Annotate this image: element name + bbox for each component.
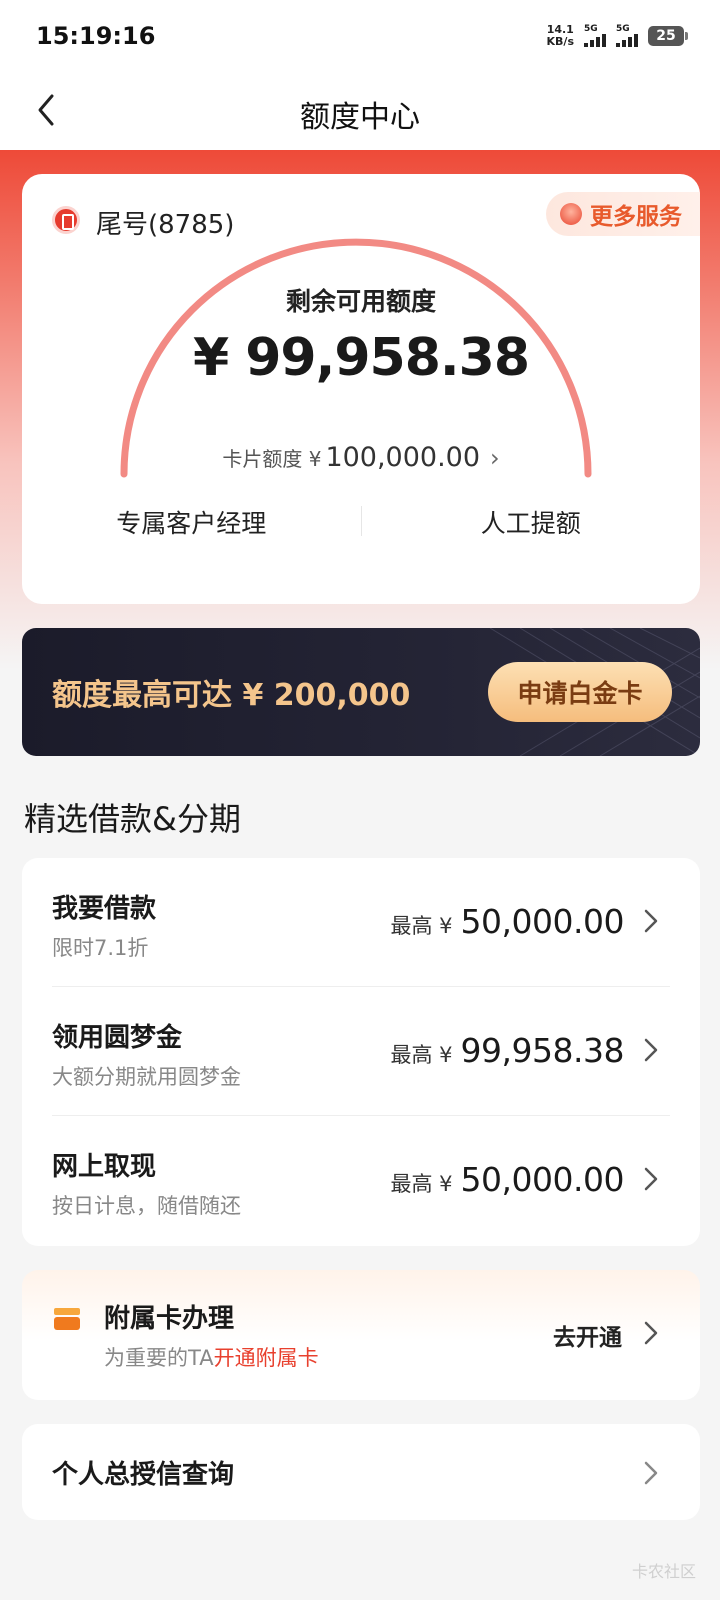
battery-icon: 25	[648, 26, 688, 46]
status-time: 15:19:16	[36, 22, 156, 50]
card-limit-amount: 100,000.00	[325, 442, 481, 473]
chevron-right-icon	[644, 909, 658, 933]
loan-list: 我要借款 限时7.1折 最高 ¥ 50,000.00 领用圆梦金 大额分期就用圆…	[22, 858, 700, 1246]
card-actions: 专属客户经理 人工提额	[22, 504, 700, 540]
remaining-amount: ¥ 99,958.38	[192, 328, 530, 388]
quota-card: 尾号(8785) 更多服务 剩余可用额度 ¥ 99,958.38 卡片额度 ¥ …	[22, 174, 700, 604]
signal-label: 5G	[616, 23, 630, 34]
chevron-right-icon: ›	[490, 444, 500, 472]
supplementary-subtitle-highlight: 开通附属卡	[213, 1346, 319, 1370]
banner-text: 额度最高可达 ¥ 200,000	[52, 678, 411, 713]
loan-row-borrow[interactable]: 我要借款 限时7.1折 最高 ¥ 50,000.00	[22, 858, 700, 986]
loan-amount: 50,000.00	[460, 1160, 625, 1199]
wallet-icon	[54, 1308, 80, 1330]
supplementary-card-row[interactable]: 附属卡办理 为重要的TA开通附属卡 去开通	[22, 1270, 700, 1400]
net-speed: 14.1 KB/s	[547, 24, 574, 48]
credit-query-row[interactable]: 个人总授信查询	[22, 1424, 700, 1520]
loan-amount-prefix: 最高 ¥	[390, 914, 453, 938]
loan-row-dream-fund[interactable]: 领用圆梦金 大额分期就用圆梦金 最高 ¥ 99,958.38	[22, 987, 700, 1115]
crown-icon	[560, 203, 582, 225]
card-limit-link[interactable]: 卡片额度 ¥ 100,000.00 ›	[22, 442, 700, 473]
signal-label: 5G	[584, 23, 598, 34]
loan-max-amount: 最高 ¥ 50,000.00	[391, 902, 625, 941]
loan-name: 我要借款	[52, 894, 157, 924]
supplementary-subtitle-prefix: 为重要的TA	[104, 1346, 214, 1370]
chevron-right-icon	[644, 1461, 658, 1485]
supplementary-title: 附属卡办理	[104, 1304, 235, 1334]
page-title: 额度中心	[300, 100, 420, 135]
signal-icon: 5G	[584, 23, 606, 47]
loan-max-amount: 最高 ¥ 99,958.38	[391, 1031, 625, 1070]
signal-icon: 5G	[616, 23, 638, 47]
manual-limit-increase-button[interactable]: 人工提额	[362, 504, 701, 540]
loan-amount-prefix: 最高 ¥	[390, 1172, 453, 1196]
loan-subtitle: 按日计息，随借随还	[52, 1194, 241, 1218]
card-limit-label: 卡片额度 ¥	[222, 447, 322, 471]
chevron-right-icon	[644, 1038, 658, 1062]
open-supplementary-button[interactable]: 去开通	[553, 1318, 622, 1352]
watermark: 卡农社区	[631, 1562, 696, 1581]
loan-name: 网上取现	[52, 1152, 157, 1182]
more-services-button[interactable]: 更多服务	[546, 192, 700, 236]
chevron-right-icon	[644, 1167, 658, 1191]
status-bar: 15:19:16 14.1 KB/s 5G 5G 25	[0, 0, 720, 74]
nav-bar: 额度中心	[0, 74, 720, 150]
credit-query-label: 个人总授信查询	[52, 1460, 235, 1490]
bank-logo-icon	[52, 206, 80, 234]
loan-subtitle: 大额分期就用圆梦金	[52, 1065, 241, 1089]
loan-amount: 50,000.00	[460, 902, 625, 941]
remaining-label: 剩余可用额度	[285, 287, 436, 316]
account-manager-button[interactable]: 专属客户经理	[22, 504, 361, 540]
loan-subtitle: 限时7.1折	[52, 936, 149, 960]
loan-amount: 99,958.38	[460, 1031, 625, 1070]
loan-max-amount: 最高 ¥ 50,000.00	[391, 1160, 625, 1199]
apply-platinum-button[interactable]: 申请白金卡	[488, 662, 672, 722]
status-icons: 14.1 KB/s 5G 5G 25	[547, 23, 688, 48]
loan-row-cash-withdrawal[interactable]: 网上取现 按日计息，随借随还 最高 ¥ 50,000.00	[22, 1116, 700, 1244]
loan-amount-prefix: 最高 ¥	[390, 1043, 453, 1067]
section-title: 精选借款&分期	[24, 800, 241, 838]
supplementary-subtitle: 为重要的TA开通附属卡	[104, 1342, 319, 1372]
chevron-right-icon	[644, 1321, 658, 1345]
loan-name: 领用圆梦金	[52, 1023, 183, 1053]
platinum-banner[interactable]: 额度最高可达 ¥ 200,000 申请白金卡	[22, 628, 700, 756]
more-services-label: 更多服务	[590, 204, 682, 230]
net-speed-unit: KB/s	[546, 35, 574, 48]
